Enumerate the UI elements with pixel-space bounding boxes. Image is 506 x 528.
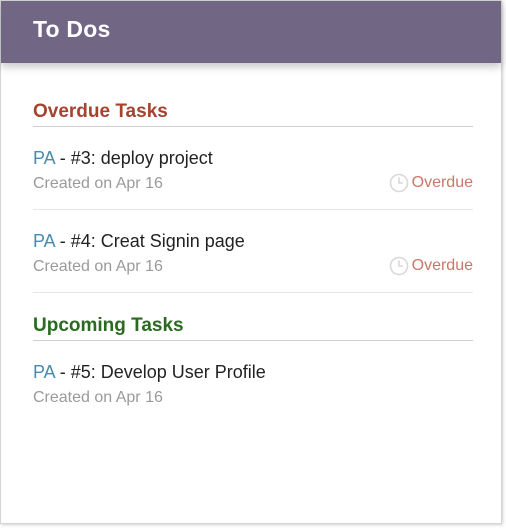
- task-name[interactable]: #3: deploy project: [71, 148, 213, 168]
- task-item[interactable]: PA - #3: deploy project Created on Apr 1…: [33, 127, 473, 210]
- task-title[interactable]: PA - #5: Develop User Profile: [33, 361, 473, 383]
- task-title[interactable]: PA - #3: deploy project: [33, 147, 473, 169]
- task-created-date: Created on Apr 16: [33, 389, 163, 406]
- project-link[interactable]: PA: [33, 231, 55, 251]
- task-item[interactable]: PA - #5: Develop User Profile Created on…: [33, 341, 473, 423]
- status-label: Overdue: [411, 257, 473, 274]
- upcoming-section-title: Upcoming Tasks: [33, 315, 473, 341]
- panel-title: To Dos: [33, 16, 111, 42]
- upcoming-section: Upcoming Tasks PA - #5: Develop User Pro…: [33, 315, 473, 423]
- task-name[interactable]: #5: Develop User Profile: [71, 362, 266, 382]
- project-link[interactable]: PA: [33, 148, 55, 168]
- overdue-status: Overdue: [389, 256, 473, 276]
- task-separator: -: [54, 148, 71, 168]
- clock-icon: [389, 173, 408, 193]
- task-separator: -: [54, 362, 71, 382]
- task-name[interactable]: #4: Creat Signin page: [71, 231, 245, 251]
- panel-header: To Dos: [1, 1, 501, 63]
- overdue-section: Overdue Tasks PA - #3: deploy project Cr…: [33, 101, 473, 293]
- status-label: Overdue: [411, 174, 473, 191]
- todos-panel: To Dos Overdue Tasks PA - #3: deploy pro…: [0, 0, 502, 524]
- task-item[interactable]: PA - #4: Creat Signin page Created on Ap…: [33, 210, 473, 293]
- project-link[interactable]: PA: [33, 362, 55, 382]
- task-separator: -: [54, 231, 71, 251]
- clock-icon: [389, 256, 408, 276]
- panel-content: Overdue Tasks PA - #3: deploy project Cr…: [33, 101, 473, 423]
- task-title[interactable]: PA - #4: Creat Signin page: [33, 230, 473, 252]
- overdue-status: Overdue: [389, 173, 473, 193]
- overdue-section-title: Overdue Tasks: [33, 101, 473, 127]
